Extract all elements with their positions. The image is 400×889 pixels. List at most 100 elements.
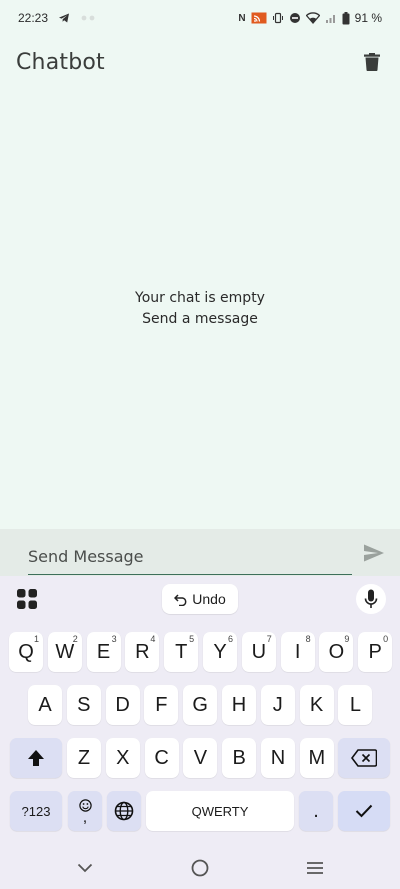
key-q[interactable]: Q1 [9, 632, 43, 672]
globe-icon [114, 801, 134, 821]
message-input[interactable] [28, 537, 352, 575]
key-hint: 9 [344, 634, 350, 644]
key-c[interactable]: C [144, 738, 179, 778]
keyboard-toolbar: Undo [0, 576, 400, 622]
key-hint: 1 [33, 634, 39, 644]
key-label: D [115, 693, 130, 716]
key-y[interactable]: Y6 [203, 632, 237, 672]
page-title: Chatbot [16, 49, 105, 75]
key-label: X [116, 746, 130, 769]
key-hint: 0 [383, 634, 389, 644]
send-button[interactable] [362, 541, 386, 565]
key-u[interactable]: U7 [241, 632, 276, 672]
key-hint: 3 [111, 634, 117, 644]
key-label: P [368, 640, 382, 663]
key-w[interactable]: W2 [47, 632, 82, 672]
empty-state: Your chat is empty Send a message [0, 288, 400, 330]
key-row-2: A S D F GH J K L [0, 685, 400, 725]
delete-chat-button[interactable] [360, 50, 384, 74]
cast-icon [251, 12, 267, 24]
key-p[interactable]: P0 [358, 632, 393, 672]
apps-grid-icon [17, 589, 37, 609]
key-d[interactable]: D [105, 685, 140, 725]
key-f[interactable]: F [144, 685, 179, 725]
key-j[interactable]: J [260, 685, 295, 725]
key-label: A [38, 693, 52, 716]
key-label: B [232, 746, 246, 769]
key-row-3: Z X C V B NM [0, 738, 400, 778]
vibrate-icon [272, 12, 284, 24]
key-label: L [349, 693, 361, 716]
key-x[interactable]: X [105, 738, 140, 778]
notification-dots-icon [80, 14, 100, 22]
key-h[interactable]: H [222, 685, 256, 725]
telegram-icon [58, 12, 70, 24]
symbols-key[interactable]: ?123 [10, 791, 62, 831]
key-a[interactable]: A [28, 685, 62, 725]
key-label: F [155, 693, 168, 716]
key-label: Y [213, 640, 227, 663]
key-t[interactable]: T5 [164, 632, 199, 672]
key-i[interactable]: I8 [280, 632, 315, 672]
nfc-icon: N [238, 12, 246, 24]
signal-icon [325, 12, 337, 24]
send-icon [364, 544, 384, 562]
key-e[interactable]: E3 [86, 632, 121, 672]
key-z[interactable]: Z [67, 738, 101, 778]
key-label: Z [77, 746, 91, 769]
key-r[interactable]: R4 [125, 632, 160, 672]
system-nav-bar [0, 848, 400, 889]
key-label: H [231, 693, 247, 716]
key-hint: 5 [189, 634, 195, 644]
key-s[interactable]: S [66, 685, 101, 725]
key-row-4: ?123 , QWERTY . [0, 791, 400, 831]
voice-input-button[interactable] [356, 584, 386, 614]
period-key[interactable]: . [299, 791, 333, 831]
undo-button[interactable]: Undo [162, 584, 238, 614]
key-label: K [309, 693, 324, 716]
app-bar: Chatbot [0, 40, 400, 84]
hide-keyboard-button[interactable] [70, 856, 100, 880]
key-l[interactable]: L [338, 685, 373, 725]
shift-icon [28, 750, 44, 766]
key-label: Q [18, 640, 34, 663]
key-n[interactable]: N [261, 738, 295, 778]
status-time: 22:23 [18, 11, 49, 25]
key-label: G [192, 693, 208, 716]
key-v[interactable]: V [183, 738, 218, 778]
comma-label: , [82, 808, 88, 826]
emoji-comma-key[interactable]: , [68, 791, 102, 831]
key-b[interactable]: B [222, 738, 257, 778]
enter-key[interactable] [338, 791, 390, 831]
key-row-1: Q1W2E3R4T5Y6U7I8O9P0 [0, 632, 400, 672]
key-label: S [77, 693, 91, 716]
backspace-key[interactable] [338, 738, 390, 778]
home-button[interactable] [185, 856, 215, 880]
shift-key[interactable] [10, 738, 62, 778]
key-g[interactable]: G [183, 685, 218, 725]
key-hint: 8 [305, 634, 311, 644]
key-hint: 4 [150, 634, 156, 644]
recents-button[interactable] [300, 856, 330, 880]
chevron-down-icon [77, 863, 93, 873]
apps-grid-button[interactable] [16, 588, 38, 610]
key-label: V [193, 746, 208, 769]
microphone-icon [364, 589, 378, 608]
key-m[interactable]: M [299, 738, 334, 778]
key-label: O [328, 640, 345, 663]
key-o[interactable]: O9 [319, 632, 354, 672]
key-label: W [55, 640, 75, 663]
space-key[interactable]: QWERTY [146, 791, 294, 831]
wifi-icon [305, 12, 320, 24]
key-label: U [251, 640, 267, 663]
key-label: R [135, 640, 150, 663]
globe-key[interactable] [107, 791, 141, 831]
key-label: T [175, 640, 188, 663]
undo-label: Undo [192, 591, 226, 607]
key-hint: 2 [72, 634, 78, 644]
backspace-icon [351, 749, 377, 767]
key-k[interactable]: K [299, 685, 334, 725]
key-label: E [96, 640, 111, 663]
key-hint: 6 [227, 634, 233, 644]
soft-keyboard: Undo Q1W2E3R4T5Y6U7I8O9P0 ASDFGHJKL ZXCV… [0, 576, 400, 889]
